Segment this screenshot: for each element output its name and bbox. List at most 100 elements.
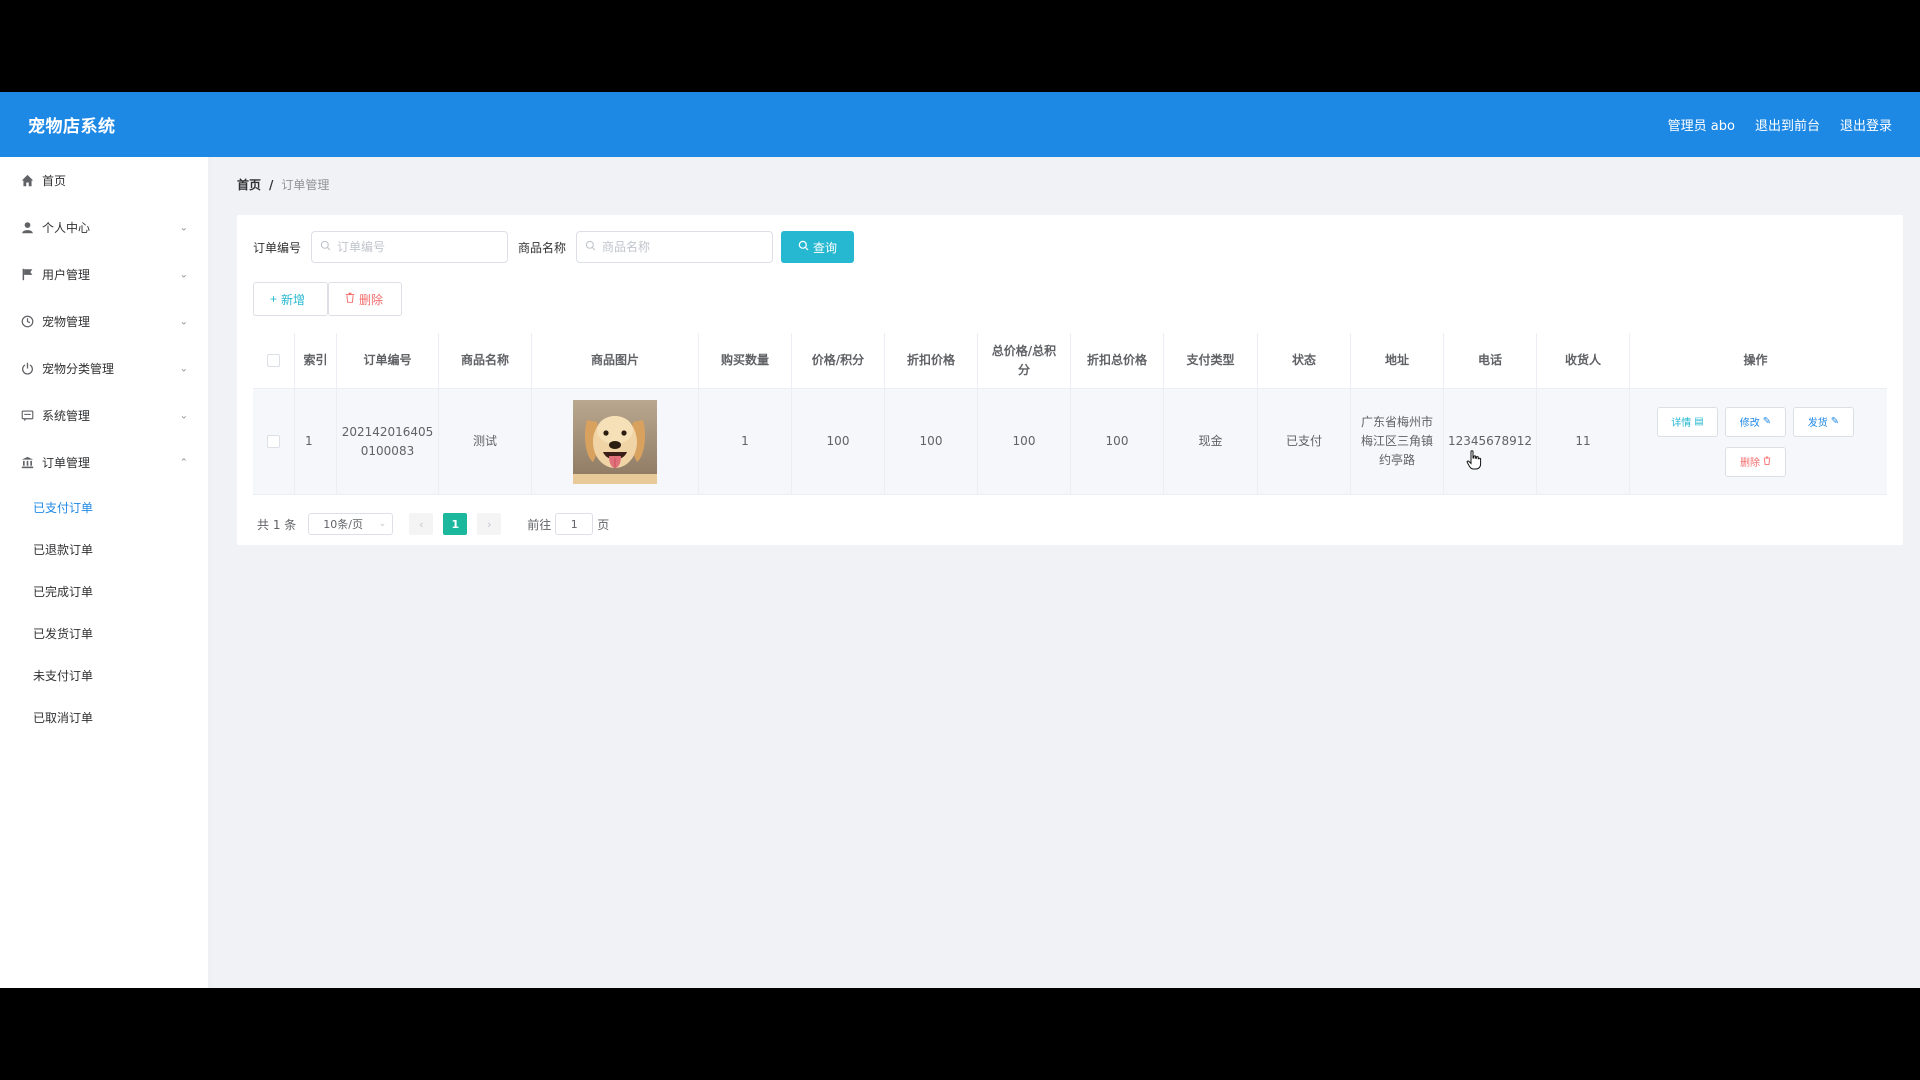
cell-address-line1: 广东省梅州市 (1360, 415, 1433, 429)
query-button[interactable]: 查询 (781, 231, 855, 263)
sidebar-item-label: 宠物管理 (42, 315, 91, 329)
sidebar-item-label: 订单管理 (42, 456, 91, 470)
chevron-down-icon: ⌄ (179, 316, 188, 327)
view-button-label: 详情 (1671, 418, 1692, 429)
search-icon (798, 240, 809, 254)
header-discount-price: 折扣价格 (885, 333, 978, 388)
add-button-label: 新增 (281, 292, 306, 307)
cell-discount-price: 100 (885, 389, 978, 494)
pencil-icon: ✎ (1762, 416, 1772, 427)
sidebar-item-order-management[interactable]: 订单管理 ⌃ (0, 439, 208, 486)
header-phone: 电话 (1444, 333, 1537, 388)
sidebar: 首页 个人中心 ⌄ 用户管理 ⌄ 宠物管理 ⌄ 宠物分类管理 ⌄ 系统管理 ⌄ … (0, 157, 212, 988)
row-checkbox-cell (253, 389, 295, 494)
page-number-current[interactable]: 1 (443, 513, 468, 535)
brand-title: 宠物店系统 (28, 117, 116, 137)
sidebar-item-label: 宠物分类管理 (42, 362, 115, 376)
ship-button[interactable]: 发货 ✎ (1793, 406, 1854, 437)
sidebar-item-label: 用户管理 (42, 268, 91, 282)
home-icon (20, 174, 34, 188)
chevron-down-icon: ⌄ (179, 269, 188, 280)
flag-icon (20, 268, 34, 282)
cell-price: 100 (792, 389, 885, 494)
cell-status: 已支付 (1258, 389, 1351, 494)
breadcrumb-separator: / (269, 177, 274, 192)
product-image-dog (573, 399, 657, 484)
logout-link[interactable]: 退出登录 (1840, 115, 1892, 134)
table-row: 1 202142016405 0100083 测试 1 100 100 100 … (253, 389, 1887, 495)
row-delete-button-label: 删除 (1740, 458, 1760, 469)
next-page-button[interactable]: › (477, 513, 502, 535)
delete-button[interactable]: 删除 (328, 282, 402, 316)
hand-cursor-icon (1466, 450, 1482, 470)
header-total: 总价格/总积分 (978, 333, 1071, 388)
search-icon (585, 240, 596, 254)
product-name-label: 商品名称 (518, 240, 567, 255)
cell-phone: 12345678912 (1444, 389, 1537, 494)
sidebar-item-system-management[interactable]: 系统管理 ⌄ (0, 392, 208, 439)
search-icon (320, 240, 331, 254)
header-pay-type: 支付类型 (1164, 333, 1258, 388)
trash-icon (1763, 456, 1771, 468)
bank-icon (20, 456, 34, 470)
submenu-paid-orders[interactable]: 已支付订单 (0, 486, 208, 528)
user-icon (20, 221, 34, 235)
row-delete-button[interactable]: 删除 (1725, 446, 1786, 477)
breadcrumb: 首页 / 订单管理 (237, 176, 329, 193)
back-to-front-link[interactable]: 退出到前台 (1755, 115, 1820, 134)
add-button[interactable]: + 新增 (253, 282, 328, 316)
query-button-label: 查询 (813, 240, 838, 255)
submenu-shipped-orders[interactable]: 已发货订单 (0, 612, 208, 654)
order-no-input[interactable] (337, 240, 498, 254)
sidebar-item-pet-category[interactable]: 宠物分类管理 ⌄ (0, 345, 208, 392)
header-index: 索引 (295, 333, 337, 388)
admin-label[interactable]: 管理员 abo (1668, 115, 1735, 134)
page-size-select[interactable]: 10条/页 ⌄ (308, 513, 394, 535)
breadcrumb-current: 订单管理 (281, 178, 330, 192)
sidebar-item-user-management[interactable]: 用户管理 ⌄ (0, 251, 208, 298)
row-checkbox[interactable] (267, 435, 280, 448)
table-header-row: 索引 订单编号 商品名称 商品图片 购买数量 价格/积分 折扣价格 总价格/总积… (253, 333, 1887, 389)
page-size-value: 10条/页 (323, 518, 363, 531)
view-detail-button[interactable]: 详情 ▤ (1657, 406, 1718, 437)
app-screen: 宠物店系统 管理员 abo 退出到前台 退出登录 首页 个人中心 ⌄ 用户管理 (0, 92, 1920, 988)
sidebar-item-home[interactable]: 首页 (0, 157, 208, 204)
edit-button[interactable]: 修改 ✎ (1725, 406, 1786, 437)
pencil-icon: ✎ (1830, 416, 1840, 427)
order-panel: 订单编号 商品名称 (237, 215, 1903, 545)
header-price: 价格/积分 (792, 333, 885, 388)
goto-page: 前往 页 (527, 513, 609, 535)
submenu-completed-orders[interactable]: 已完成订单 (0, 570, 208, 612)
product-name-input[interactable] (602, 240, 763, 254)
submenu-unpaid-orders[interactable]: 未支付订单 (0, 654, 208, 696)
breadcrumb-home[interactable]: 首页 (237, 176, 261, 193)
cell-receiver: 11 (1537, 389, 1630, 494)
cell-pay-type: 现金 (1164, 389, 1258, 494)
select-all-checkbox[interactable] (267, 354, 280, 367)
cell-order-no-line2: 0100083 (360, 443, 415, 458)
header-address: 地址 (1351, 333, 1444, 388)
submenu-cancelled-orders[interactable]: 已取消订单 (0, 696, 208, 738)
goto-page-input[interactable] (555, 513, 594, 535)
operations-group: 详情 ▤ 修改 ✎ 发货 ✎ 删除 (1657, 406, 1854, 477)
header-order-no: 订单编号 (337, 333, 439, 388)
cell-product-name: 测试 (439, 389, 532, 494)
sidebar-item-personal-center[interactable]: 个人中心 ⌄ (0, 204, 208, 251)
edit-button-label: 修改 (1739, 418, 1760, 429)
cell-order-no: 202142016405 0100083 (337, 389, 439, 494)
goto-suffix: 页 (597, 517, 610, 532)
top-header: 宠物店系统 管理员 abo 退出到前台 退出登录 (0, 92, 1920, 157)
goto-label: 前往 (527, 517, 552, 532)
submenu-refunded-orders[interactable]: 已退款订单 (0, 528, 208, 570)
product-name-input-wrapper (576, 231, 774, 263)
order-no-input-wrapper (311, 231, 509, 263)
prev-page-button[interactable]: ‹ (409, 513, 434, 535)
cell-address-line3: 约亭路 (1378, 453, 1415, 467)
sidebar-item-label: 首页 (42, 174, 67, 188)
header-quantity: 购买数量 (699, 333, 792, 388)
cell-operations: 详情 ▤ 修改 ✎ 发货 ✎ 删除 (1630, 389, 1881, 494)
cell-total: 100 (978, 389, 1071, 494)
chevron-right-icon: › (487, 517, 492, 531)
sidebar-item-pet-management[interactable]: 宠物管理 ⌄ (0, 298, 208, 345)
header-status: 状态 (1258, 333, 1351, 388)
